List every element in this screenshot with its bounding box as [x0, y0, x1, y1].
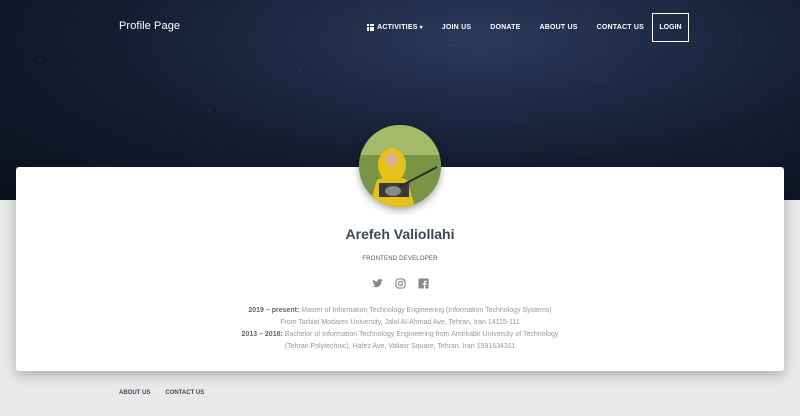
- footer-contact-us[interactable]: CONTACT US: [165, 390, 204, 396]
- login-button[interactable]: LOGIN: [652, 13, 689, 42]
- footer-links: ABOUT US CONTACT US: [119, 390, 204, 396]
- nav-contact-us[interactable]: CONTACT US: [597, 24, 644, 31]
- instagram-icon[interactable]: [395, 276, 406, 289]
- top-nav: ACTIVITIES ▾ JOIN US DONATE ABOUT US CON…: [348, 13, 689, 42]
- twitter-icon[interactable]: [372, 276, 383, 288]
- caret-down-icon: ▾: [419, 25, 423, 31]
- footer-about-us[interactable]: ABOUT US: [119, 390, 150, 396]
- social-links: [372, 276, 429, 289]
- apps-grid-icon: [367, 24, 375, 31]
- nav-activities[interactable]: ACTIVITIES ▾: [367, 24, 423, 31]
- bio-period: 2019 – present:: [248, 307, 300, 314]
- profile-bio: 2019 – present: Master of Information Te…: [240, 305, 560, 353]
- avatar-photo-icon: [359, 125, 441, 207]
- avatar: [359, 125, 441, 207]
- profile-name: Arefeh Valiollahi: [345, 226, 455, 242]
- bio-entry: 2013 – 2018: Bachelor of Information Tec…: [240, 329, 560, 353]
- bio-text: Bachelor of Information Technology Engin…: [284, 331, 559, 350]
- profile-role: FRONTEND DEVELOPER: [362, 256, 438, 262]
- facebook-icon[interactable]: [418, 276, 429, 289]
- nav-about-us[interactable]: ABOUT US: [539, 24, 577, 31]
- bio-period: 2013 – 2018:: [241, 331, 283, 338]
- nav-join-us[interactable]: JOIN US: [442, 24, 471, 31]
- nav-donate[interactable]: DONATE: [490, 24, 520, 31]
- bio-entry: 2019 – present: Master of Information Te…: [240, 305, 560, 329]
- nav-activities-label: ACTIVITIES: [377, 24, 418, 31]
- bio-text: Master of Information Technology Enginee…: [280, 307, 552, 326]
- brand-title[interactable]: Profile Page: [119, 20, 180, 32]
